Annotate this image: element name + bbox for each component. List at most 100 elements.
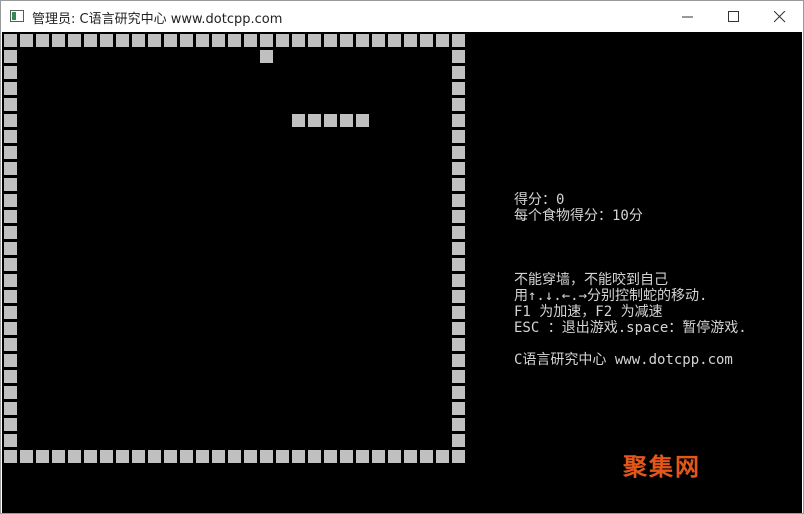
wall-block xyxy=(180,34,193,47)
wall-block xyxy=(452,66,465,79)
wall-block xyxy=(4,402,17,415)
wall-block xyxy=(372,450,385,463)
wall-block xyxy=(452,226,465,239)
wall-block xyxy=(452,98,465,111)
wall-block xyxy=(292,34,305,47)
wall-block xyxy=(212,34,225,47)
wall-block xyxy=(452,130,465,143)
wall-block xyxy=(4,354,17,367)
wall-block xyxy=(4,450,17,463)
wall-block xyxy=(452,258,465,271)
wall-block xyxy=(388,450,401,463)
wall-block xyxy=(4,50,17,63)
wall-block xyxy=(308,34,321,47)
wall-block xyxy=(4,322,17,335)
wall-block xyxy=(244,34,257,47)
credit-text: C语言研究中心 www.dotcpp.com xyxy=(514,352,733,368)
wall-block xyxy=(244,450,257,463)
rule-speed-text: F1 为加速，F2 为减速 xyxy=(514,304,663,320)
wall-block xyxy=(452,210,465,223)
wall-block xyxy=(4,98,17,111)
minimize-icon xyxy=(682,16,693,18)
wall-block xyxy=(452,306,465,319)
wall-block xyxy=(260,34,273,47)
wall-block xyxy=(4,130,17,143)
wall-block xyxy=(324,450,337,463)
wall-block xyxy=(4,434,17,447)
wall-block xyxy=(452,146,465,159)
wall-block xyxy=(340,34,353,47)
wall-block xyxy=(4,162,17,175)
wall-block xyxy=(452,242,465,255)
wall-block xyxy=(148,34,161,47)
rule-wall-text: 不能穿墙，不能咬到自己 xyxy=(514,272,668,288)
maximize-icon xyxy=(728,11,739,22)
wall-block xyxy=(164,34,177,47)
wall-block xyxy=(84,34,97,47)
wall-block xyxy=(436,450,449,463)
wall-block xyxy=(212,450,225,463)
wall-block xyxy=(180,450,193,463)
wall-block xyxy=(452,290,465,303)
wall-block xyxy=(100,450,113,463)
wall-block xyxy=(4,242,17,255)
wall-block xyxy=(452,82,465,95)
wall-block xyxy=(452,50,465,63)
snake-segment xyxy=(292,114,305,127)
wall-block xyxy=(324,34,337,47)
wall-block xyxy=(4,146,17,159)
wall-block xyxy=(452,354,465,367)
wall-block xyxy=(452,178,465,191)
close-button[interactable] xyxy=(757,1,803,32)
wall-block xyxy=(388,34,401,47)
wall-block xyxy=(452,370,465,383)
wall-block xyxy=(4,34,17,47)
game-board xyxy=(4,34,465,463)
wall-block xyxy=(36,34,49,47)
window-title: 管理员: C语言研究中心 www.dotcpp.com xyxy=(32,12,283,27)
wall-block xyxy=(276,450,289,463)
wall-block xyxy=(4,82,17,95)
food-block xyxy=(260,50,273,63)
wall-block xyxy=(452,274,465,287)
wall-block xyxy=(4,258,17,271)
minimize-button[interactable] xyxy=(665,1,711,32)
wall-block xyxy=(148,450,161,463)
wall-block xyxy=(20,450,33,463)
wall-block xyxy=(404,34,417,47)
wall-block xyxy=(196,34,209,47)
wall-block xyxy=(452,194,465,207)
wall-block xyxy=(260,450,273,463)
title-bar[interactable]: 管理员: C语言研究中心 www.dotcpp.com xyxy=(1,1,803,32)
wall-block xyxy=(228,450,241,463)
wall-block xyxy=(276,34,289,47)
wall-block xyxy=(228,34,241,47)
wall-block xyxy=(452,114,465,127)
wall-block xyxy=(452,434,465,447)
wall-block xyxy=(68,34,81,47)
wall-block xyxy=(132,34,145,47)
wall-block xyxy=(308,450,321,463)
wall-block xyxy=(4,226,17,239)
maximize-button[interactable] xyxy=(711,1,757,32)
wall-block xyxy=(52,34,65,47)
close-icon xyxy=(774,11,786,23)
wall-block xyxy=(420,34,433,47)
food-score-text: 每个食物得分：10分 xyxy=(514,208,643,224)
wall-block xyxy=(4,178,17,191)
wall-block xyxy=(68,450,81,463)
wall-block xyxy=(84,450,97,463)
wall-block xyxy=(4,386,17,399)
snake-segment xyxy=(340,114,353,127)
wall-block xyxy=(4,210,17,223)
rule-esc-text: ESC ：退出游戏.space：暂停游戏. xyxy=(514,320,747,336)
wall-block xyxy=(372,34,385,47)
wall-block xyxy=(356,34,369,47)
console-window: 管理员: C语言研究中心 www.dotcpp.com 得分：0 每个食物得分：… xyxy=(0,0,804,514)
wall-block xyxy=(4,194,17,207)
wall-block xyxy=(4,370,17,383)
wall-block xyxy=(404,450,417,463)
snake-segment xyxy=(324,114,337,127)
wall-block xyxy=(356,450,369,463)
console-area[interactable]: 得分：0 每个食物得分：10分 不能穿墙，不能咬到自己 用↑.↓.←.→分别控制… xyxy=(2,32,802,513)
